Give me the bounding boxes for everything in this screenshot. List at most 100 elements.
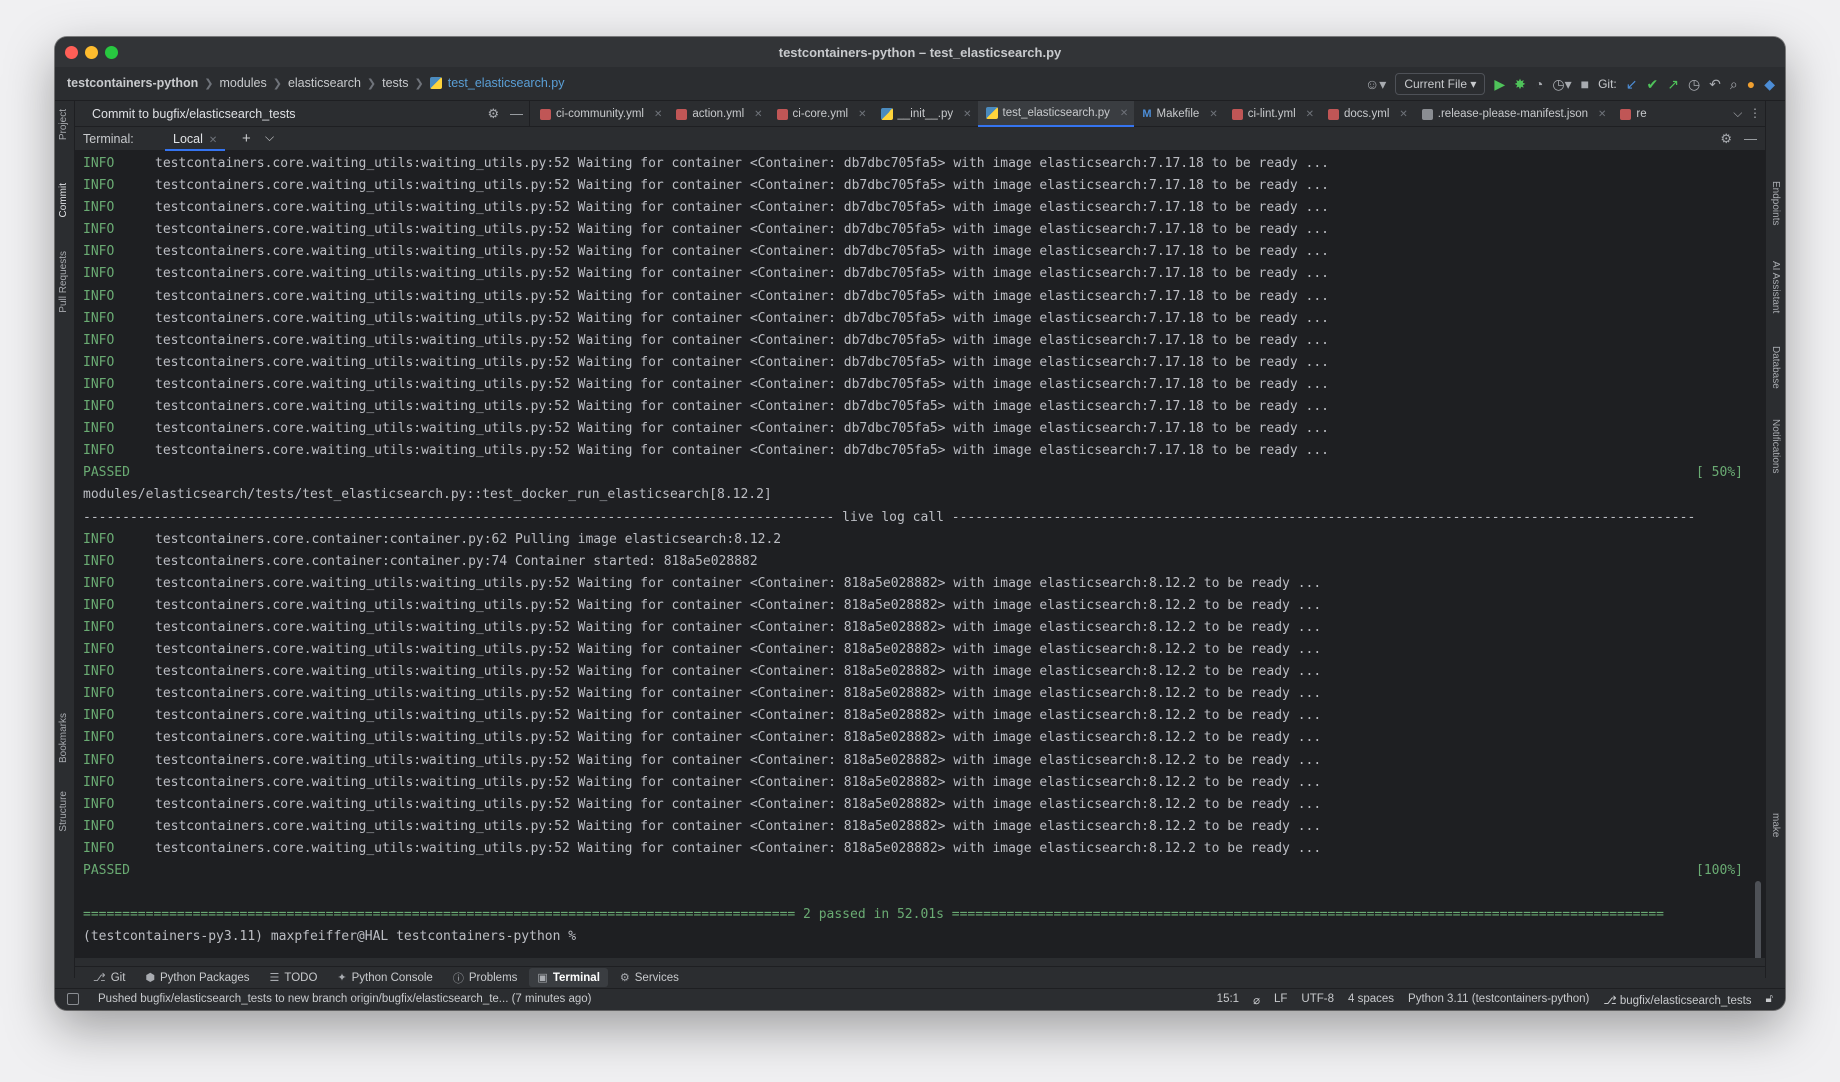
python-console-tool-window-button[interactable]: ✦ Python Console (329, 968, 440, 987)
indent-setting[interactable]: 4 spaces (1348, 993, 1394, 1007)
log-message: testcontainers.core.waiting_utils:waitin… (155, 818, 1322, 834)
ai-assistant-icon[interactable]: ◆ (1764, 76, 1775, 93)
tab-ci-lint-yml[interactable]: ci-lint.yml ✕ (1224, 101, 1320, 127)
endpoints-tool-button[interactable]: Endpoints (1770, 181, 1781, 225)
tab-ci-core-yml[interactable]: ci-core.yml ✕ (769, 101, 873, 127)
minimize-icon[interactable]: — (510, 106, 523, 121)
stop-icon[interactable]: ■ (1581, 76, 1589, 92)
breadcrumb-project[interactable]: testcontainers-python (67, 76, 198, 90)
log-message: testcontainers.core.waiting_utils:waitin… (155, 796, 1322, 812)
new-terminal-plus-icon[interactable]: + (242, 130, 251, 147)
tab-truncated[interactable]: re (1612, 101, 1652, 127)
git-branch-widget[interactable]: ⎇ bugfix/elasticsearch_tests (1603, 993, 1751, 1007)
updates-icon[interactable]: ● (1747, 76, 1755, 92)
close-icon[interactable]: ✕ (209, 135, 217, 146)
debug-icon[interactable]: ✸ (1514, 76, 1526, 93)
tab-action-yml[interactable]: action.yml ✕ (668, 101, 768, 127)
search-icon[interactable]: ⌕ (1730, 76, 1738, 93)
tab-init-py[interactable]: __init__.py ✕ (873, 101, 978, 127)
run-configuration-label: Current File (1404, 77, 1468, 91)
packages-icon: ⬢ (145, 972, 155, 984)
json-icon (1421, 108, 1433, 120)
terminal-tab-local[interactable]: Local ✕ (165, 127, 226, 151)
project-tool-button[interactable]: Project (58, 109, 69, 140)
gear-icon[interactable]: ⚙ (488, 106, 500, 121)
make-tool-button[interactable]: make (1770, 813, 1781, 837)
close-icon[interactable]: ✕ (1399, 109, 1407, 120)
profile-icon[interactable]: ◷▾ (1552, 76, 1571, 93)
chevron-down-icon[interactable]: ⌵ (265, 130, 274, 145)
tab-test-elasticsearch-py[interactable]: test_elasticsearch.py ✕ (977, 101, 1135, 127)
close-icon[interactable]: ✕ (963, 109, 971, 120)
terminal-tool-window-button[interactable]: ▣ Terminal (529, 968, 608, 987)
run-icon[interactable]: ▶ (1494, 76, 1505, 93)
structure-tool-button[interactable]: Structure (58, 791, 69, 832)
log-message: testcontainers.core.waiting_utils:waitin… (155, 310, 1329, 326)
services-tool-window-button[interactable]: ⚙ Services (612, 968, 687, 987)
status-message[interactable]: Pushed bugfix/elasticsearch_tests to new… (98, 993, 592, 1005)
lock-icon[interactable]: 🔓︎ (1766, 993, 1773, 1007)
minimize-icon[interactable]: — (1744, 131, 1757, 147)
line-separator[interactable]: LF (1274, 993, 1287, 1007)
bookmarks-tool-button[interactable]: Bookmarks (58, 713, 69, 763)
database-tool-button[interactable]: Database (1770, 346, 1781, 389)
close-icon[interactable]: ✕ (1598, 109, 1606, 120)
breadcrumb-elasticsearch[interactable]: elasticsearch (288, 76, 361, 90)
test-passed-status: PASSED (83, 863, 130, 878)
git-update-icon[interactable]: ↙ (1626, 76, 1638, 93)
terminal-line: INFO testcontainers.core.waiting_utils:wa… (75, 838, 1765, 860)
python-packages-tool-window-button[interactable]: ⬢ Python Packages (137, 968, 257, 987)
run-configuration-select[interactable]: Current File ▾ (1395, 73, 1486, 95)
log-message: testcontainers.core.waiting_utils:waitin… (155, 575, 1322, 591)
git-commit-icon[interactable]: ✔ (1646, 76, 1658, 93)
tab-label: ci-lint.yml (1247, 108, 1296, 120)
user-profile-icon[interactable]: ☺▾ (1365, 76, 1386, 93)
coverage-icon[interactable]: ◔ (1535, 76, 1543, 92)
gear-icon[interactable]: ⚙ (1720, 131, 1732, 147)
tab-docs-yml[interactable]: docs.yml ✕ (1320, 101, 1414, 127)
caret-position[interactable]: 15:1 (1217, 993, 1239, 1007)
breadcrumb-tests[interactable]: tests (382, 76, 408, 90)
git-history-icon[interactable]: ◷ (1688, 76, 1700, 93)
todo-tool-window-button[interactable]: ☰ TODO (262, 968, 326, 987)
tab-label: .release-please-manifest.json (1437, 108, 1588, 120)
ai-assistant-tool-button[interactable]: AI Assistant (1770, 261, 1781, 313)
close-icon[interactable]: ✕ (654, 109, 662, 120)
log-message: testcontainers.core.waiting_utils:waitin… (155, 686, 1322, 702)
file-encoding[interactable]: UTF-8 (1301, 993, 1334, 1007)
notifications-tool-button[interactable]: Notifications (1770, 419, 1781, 473)
log-message: testcontainers.core.waiting_utils:waitin… (155, 664, 1322, 680)
git-branch-icon: ⎇ (1603, 995, 1617, 1007)
python-interpreter[interactable]: Python 3.11 (testcontainers-python) (1408, 993, 1589, 1007)
tab-makefile[interactable]: M Makefile ✕ (1134, 101, 1223, 127)
readonly-toggle-icon[interactable]: ⌀ (1253, 993, 1260, 1007)
commit-tool-button[interactable]: Commit (58, 183, 69, 217)
test-summary: ========================================… (83, 907, 1664, 923)
log-level: INFO (83, 376, 115, 392)
terminal-output[interactable]: INFO testcontainers.core.waiting_utils:wa… (75, 151, 1765, 958)
panel-toggle-icon[interactable] (67, 993, 79, 1005)
commit-panel-title: Commit to bugfix/elasticsearch_tests (92, 107, 296, 121)
problems-tool-window-button[interactable]: ⓘ Problems (445, 967, 526, 989)
close-icon[interactable]: ✕ (1306, 109, 1314, 120)
git-tool-window-button[interactable]: ⎇ Git (85, 968, 133, 987)
close-icon[interactable]: ✕ (754, 109, 762, 120)
close-icon[interactable]: ✕ (858, 109, 866, 120)
more-options-icon[interactable]: ⋮ (1749, 106, 1761, 120)
git-push-icon[interactable]: ↗ (1667, 76, 1679, 93)
right-tool-stripe: Endpoints AI Assistant Database Notifica… (1765, 101, 1785, 978)
log-level: INFO (83, 266, 115, 282)
close-icon[interactable]: ✕ (1209, 109, 1217, 120)
git-rollback-icon[interactable]: ↶ (1709, 76, 1721, 93)
log-message: testcontainers.core.waiting_utils:waitin… (155, 354, 1329, 370)
close-icon[interactable]: ✕ (1120, 108, 1128, 119)
pull-requests-tool-button[interactable]: Pull Requests (58, 251, 69, 313)
breadcrumb-file[interactable]: test_elasticsearch.py (448, 76, 565, 90)
log-level: INFO (83, 708, 115, 724)
breadcrumb-modules[interactable]: modules (219, 76, 266, 90)
chevron-down-icon[interactable]: ⌵ (1733, 106, 1742, 120)
log-level: INFO (83, 310, 115, 326)
tab-release-please-manifest-json[interactable]: .release-please-manifest.json ✕ (1414, 101, 1613, 127)
tab-ci-community-yml[interactable]: ci-community.yml ✕ (532, 101, 668, 127)
log-message: testcontainers.core.waiting_utils:waitin… (155, 597, 1322, 613)
